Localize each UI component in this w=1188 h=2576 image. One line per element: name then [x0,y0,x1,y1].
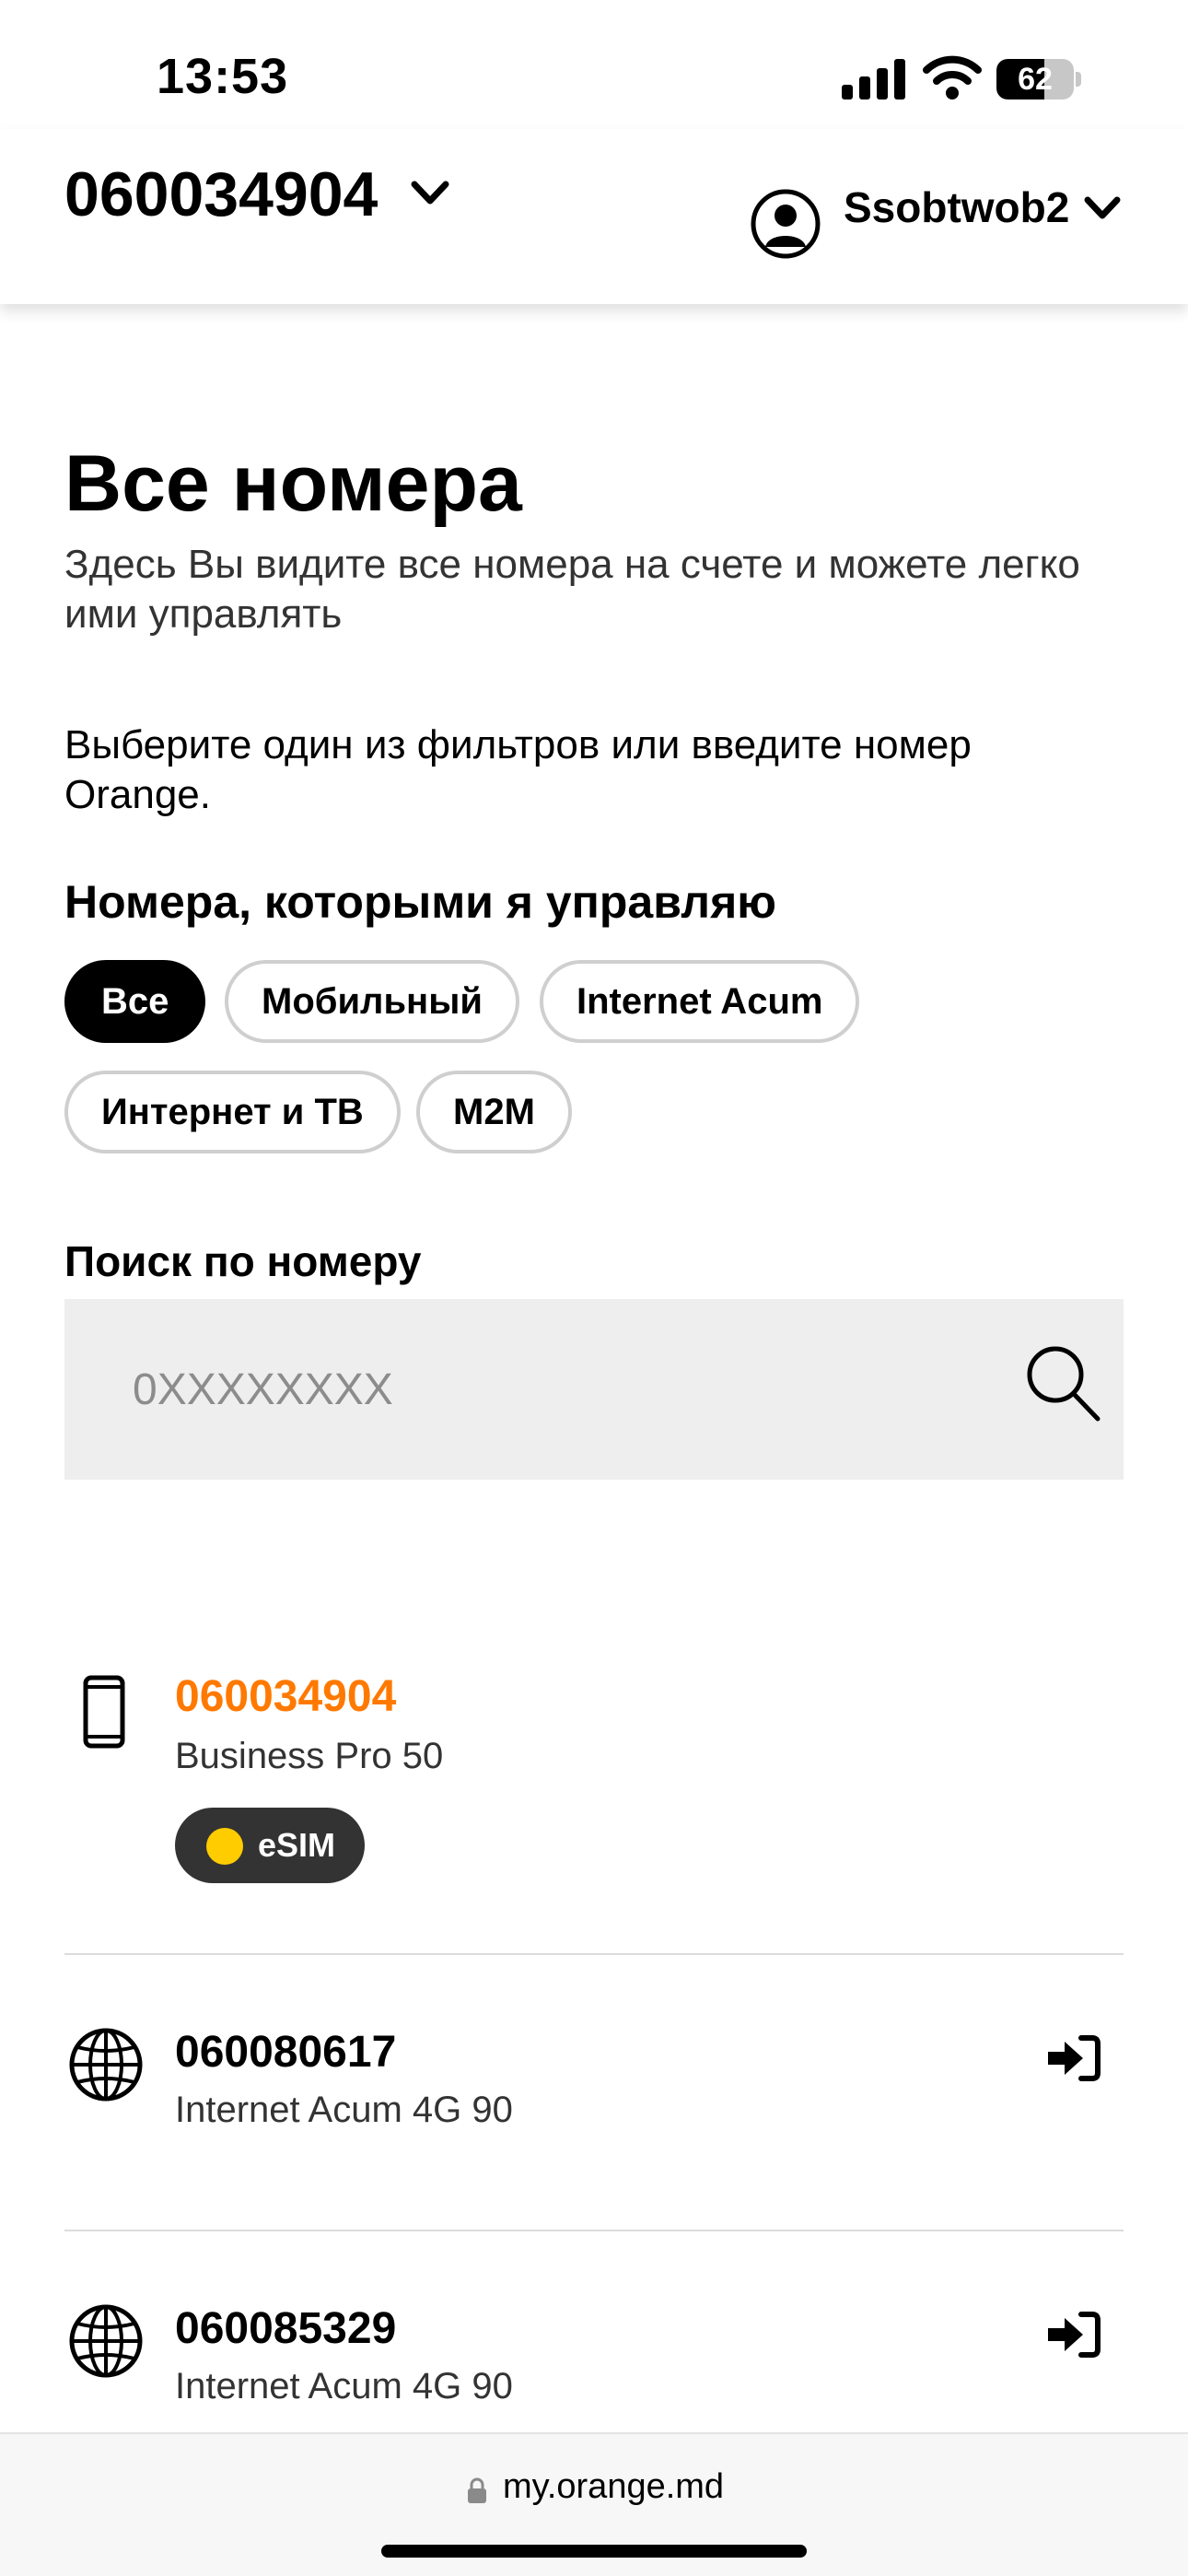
status-time: 13:53 [157,49,289,104]
number-list-item[interactable]: 060034904 Business Pro 50 [0,1658,1188,1953]
battery-level: 62 [1018,62,1053,97]
current-number[interactable]: 060034904 [175,1671,396,1722]
url-text[interactable]: my.orange.md [503,2467,724,2507]
filter-instruction: Выберите один из фильтров или введите но… [64,722,972,817]
mobile-phone-icon [83,1675,125,1749]
filter-chip-mobile[interactable]: Мобильный [225,960,519,1043]
search-input[interactable] [64,1299,985,1480]
home-indicator[interactable] [381,2545,807,2558]
filter-chip-m2m[interactable]: M2M [416,1071,572,1153]
cellular-signal-icon [842,59,905,100]
divider [64,1953,1124,1955]
sign-in-icon[interactable] [1044,2034,1101,2082]
filters-title: Номера, которыми я управляю [64,876,776,928]
number-value[interactable]: 060085329 [175,2303,396,2354]
number-value[interactable]: 060080617 [175,2027,396,2078]
filter-chip-internet-acum[interactable]: Internet Acum [540,960,860,1043]
page-subtitle: Здесь Вы видите все номера на счете и мо… [64,542,1080,637]
divider [64,2230,1124,2231]
account-number-selector[interactable]: 060034904 [64,158,378,230]
filter-chip-internet-tv[interactable]: Интернет и ТВ [64,1071,401,1153]
battery-icon: 62 [996,59,1081,100]
esim-label: eSIM [258,1826,336,1864]
globe-icon [69,2028,143,2102]
search-box [64,1299,1124,1480]
search-label: Поиск по номеру [64,1237,422,1285]
user-name-menu[interactable]: Ssobtwob2 [844,182,1069,232]
number-list-item[interactable]: 060080617 Internet Acum 4G 90 [0,2027,1188,2230]
filter-chip-all[interactable]: Все [64,960,206,1043]
page-title: Все номера [64,439,522,528]
plan-name: Internet Acum 4G 90 [175,2366,513,2406]
sign-in-icon[interactable] [1044,2311,1101,2359]
chevron-down-icon[interactable] [1083,193,1122,223]
user-avatar-icon[interactable] [750,188,821,260]
wifi-icon [923,55,982,100]
browser-address-bar: my.orange.md [0,2432,1188,2576]
esim-badge: eSIM [175,1808,365,1883]
chevron-down-icon[interactable] [409,177,451,208]
number-list-item[interactable]: 060085329 Internet Acum 4G 90 [0,2303,1188,2432]
esim-status-dot [206,1828,243,1865]
search-icon[interactable] [1024,1343,1101,1423]
lock-icon [468,2477,486,2503]
plan-name: Business Pro 50 [175,1736,444,1776]
plan-name: Internet Acum 4G 90 [175,2090,513,2130]
globe-icon [69,2304,143,2378]
